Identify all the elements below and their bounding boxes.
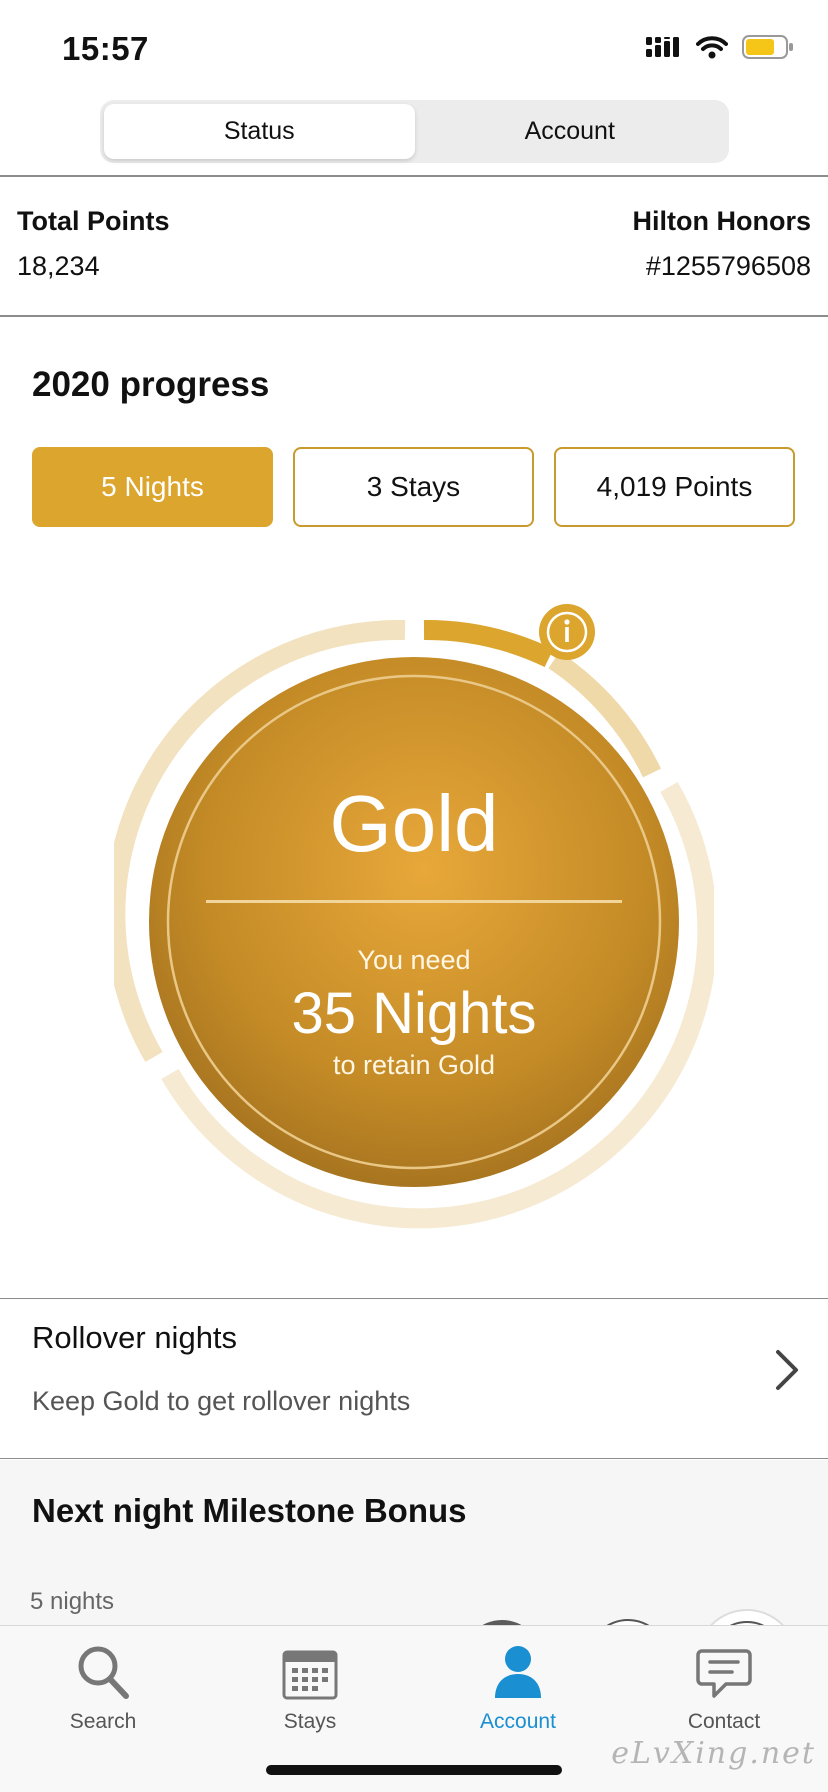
divider [0, 315, 828, 317]
tier-disc [149, 657, 679, 1187]
total-points-block: Total Points 18,234 [17, 206, 170, 282]
divider [0, 1458, 828, 1459]
tab-search[interactable]: Search [13, 1636, 193, 1734]
divider [0, 175, 828, 177]
tier-progress-ring: Gold You need 35 Nights to retain Gold [114, 600, 714, 1240]
chat-icon [696, 1649, 752, 1698]
rollover-title: Rollover nights [32, 1320, 238, 1355]
watermark-text: eLvXing.net [611, 1736, 816, 1771]
divider [0, 1298, 828, 1299]
stays-chip[interactable]: 3 Stays [293, 447, 534, 527]
status-bar: 15:57 [0, 0, 828, 96]
tier-ring-graphic [114, 604, 714, 1229]
chevron-right-icon [776, 1350, 798, 1390]
search-icon [78, 1646, 129, 1699]
tab-account-label: Account [480, 1710, 556, 1733]
tab-status[interactable]: Status [104, 104, 415, 159]
tier-divider [206, 900, 622, 903]
program-label: Hilton Honors [632, 206, 811, 236]
calendar-icon [282, 1650, 338, 1700]
milestone-markers [475, 1609, 789, 1630]
status-time: 15:57 [62, 30, 149, 67]
points-chip[interactable]: 4,019 Points [554, 447, 795, 527]
rollover-subtitle: Keep Gold to get rollover nights [32, 1386, 411, 1416]
rollover-nights-row[interactable]: Rollover nights Keep Gold to get rollove… [0, 1300, 828, 1458]
tab-contact[interactable]: Contact [634, 1636, 814, 1734]
ring-progress-arc [423, 619, 554, 668]
retain-label: to retain Gold [332, 1050, 496, 1080]
tab-stays[interactable]: Stays [220, 1636, 400, 1734]
total-points-value: 18,234 [17, 251, 100, 281]
tab-account[interactable]: Account [415, 104, 726, 159]
tab-search-label: Search [69, 1710, 137, 1733]
info-icon[interactable] [539, 604, 595, 660]
status-icons [646, 34, 794, 60]
progress-title: 2020 progress [32, 365, 270, 404]
battery-icon [742, 35, 793, 59]
member-number: #1255796508 [645, 251, 811, 281]
progress-chips: 5 Nights 3 Stays 4,019 Points [32, 447, 795, 527]
home-indicator[interactable] [266, 1765, 562, 1775]
tab-account-nav[interactable]: Account [428, 1636, 608, 1734]
person-icon [495, 1646, 541, 1698]
nights-chip[interactable]: 5 Nights [32, 447, 273, 527]
tab-stays-label: Stays [283, 1710, 337, 1733]
cellular-signal-icon [646, 37, 679, 57]
total-points-label: Total Points [17, 206, 170, 236]
status-account-segmented-control: Status Account [100, 100, 729, 163]
tier-name: Gold [329, 779, 499, 868]
milestone-bonus-section: Next night Milestone Bonus 5 nights [0, 1460, 828, 1630]
wifi-icon [696, 36, 728, 59]
nights-needed: 35 Nights [291, 981, 537, 1046]
membership-block: Hilton Honors #1255796508 [633, 206, 811, 282]
tab-contact-label: Contact [687, 1710, 761, 1733]
need-label: You need [357, 945, 471, 975]
